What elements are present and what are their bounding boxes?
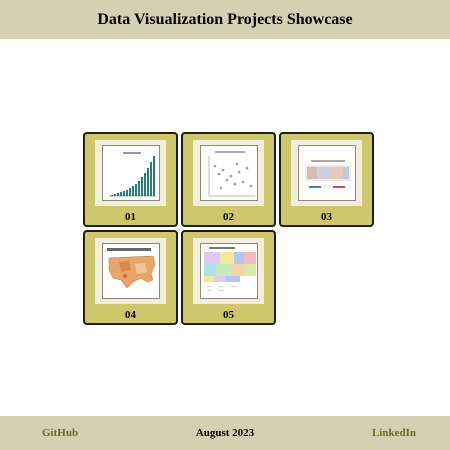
- project-number: 01: [125, 211, 136, 223]
- page-title: Data Visualization Projects Showcase: [97, 10, 353, 28]
- project-number: 03: [321, 211, 332, 223]
- project-number: 05: [223, 309, 234, 321]
- page-footer: August 2023 GitHub LinkedIn: [0, 416, 450, 450]
- projects-grid: 01 02 03 04 05: [83, 132, 375, 326]
- choropleth-map-thumbnail: [101, 243, 160, 299]
- thumbnail-frame: [95, 238, 166, 304]
- github-link[interactable]: GitHub: [42, 416, 78, 450]
- thumbnail-frame: [95, 140, 166, 206]
- project-card-05[interactable]: 05: [181, 230, 276, 325]
- thumbnail-frame: [193, 140, 264, 206]
- linkedin-link[interactable]: LinkedIn: [372, 416, 416, 450]
- project-number: 04: [125, 309, 136, 321]
- bar-chart-thumbnail: [101, 145, 160, 201]
- thumbnail-frame: [193, 238, 264, 304]
- project-card-03[interactable]: 03: [279, 132, 374, 227]
- project-card-01[interactable]: 01: [83, 132, 178, 227]
- scatter-plot-thumbnail: [199, 145, 258, 201]
- page-header: Data Visualization Projects Showcase: [0, 0, 450, 39]
- treemap-thumbnail: [199, 243, 258, 299]
- heatmap-thumbnail: [297, 145, 356, 201]
- thumbnail-frame: [291, 140, 362, 206]
- project-number: 02: [223, 211, 234, 223]
- project-card-02[interactable]: 02: [181, 132, 276, 227]
- project-card-04[interactable]: 04: [83, 230, 178, 325]
